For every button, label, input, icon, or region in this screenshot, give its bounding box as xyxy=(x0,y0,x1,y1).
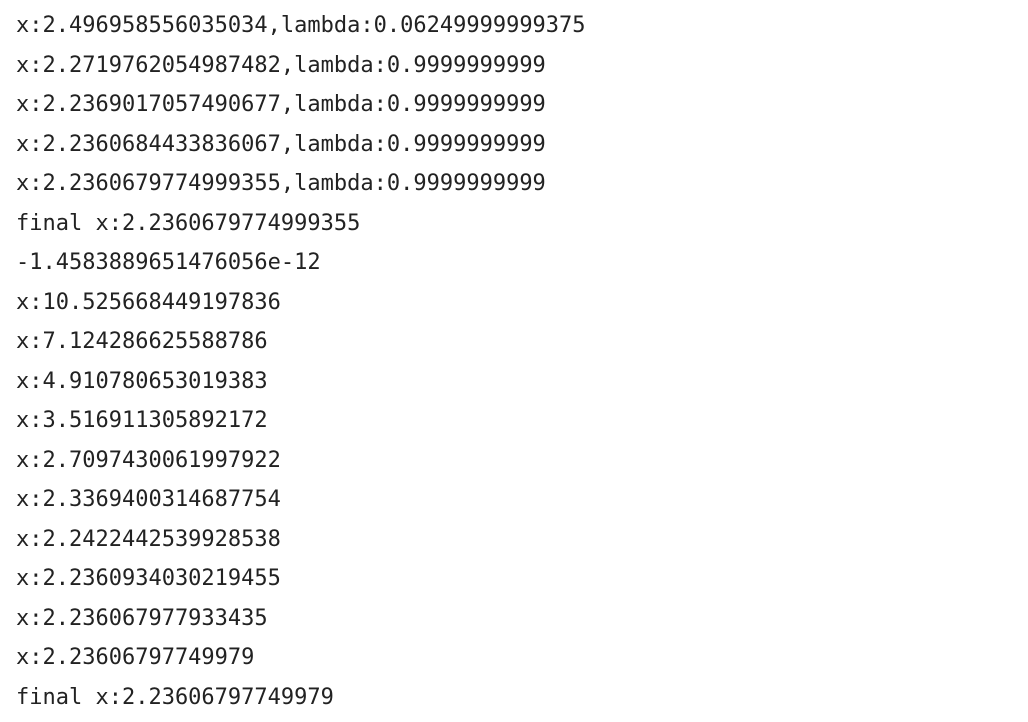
console-line: x:3.516911305892172 xyxy=(16,408,268,433)
console-line: x:2.2719762054987482,lambda:0.9999999999 xyxy=(16,52,546,78)
console-line: x:2.3369400314687754 xyxy=(16,487,281,512)
console-line: -1.4583889651476056e-12 xyxy=(16,250,321,275)
console-line: x:2.2360684433836067,lambda:0.9999999999 xyxy=(16,131,546,157)
console-line: x:2.2422442539928538 xyxy=(16,526,281,552)
console-line: final x:2.23606797749979 xyxy=(16,684,334,710)
console-line: x:10.525668449197836 xyxy=(16,289,281,315)
console-line: x:2.7097430061997922 xyxy=(16,447,281,473)
console-output: x:2.496958556035034,lambda:0.06249999999… xyxy=(0,0,1028,722)
console-line: x:2.23606797749979 xyxy=(16,645,255,670)
console-line: x:7.124286625588786 xyxy=(16,329,268,354)
console-line: x:2.496958556035034,lambda:0.06249999999… xyxy=(16,13,586,38)
console-line: final x:2.2360679774999355 xyxy=(16,210,361,236)
console-line: x:2.2360934030219455 xyxy=(16,566,281,591)
console-line: x:2.236067977933435 xyxy=(16,605,268,631)
console-line: x:2.2360679774999355,lambda:0.9999999999 xyxy=(16,171,546,196)
console-line: x:4.910780653019383 xyxy=(16,368,268,394)
console-line: x:2.2369017057490677,lambda:0.9999999999 xyxy=(16,92,546,117)
